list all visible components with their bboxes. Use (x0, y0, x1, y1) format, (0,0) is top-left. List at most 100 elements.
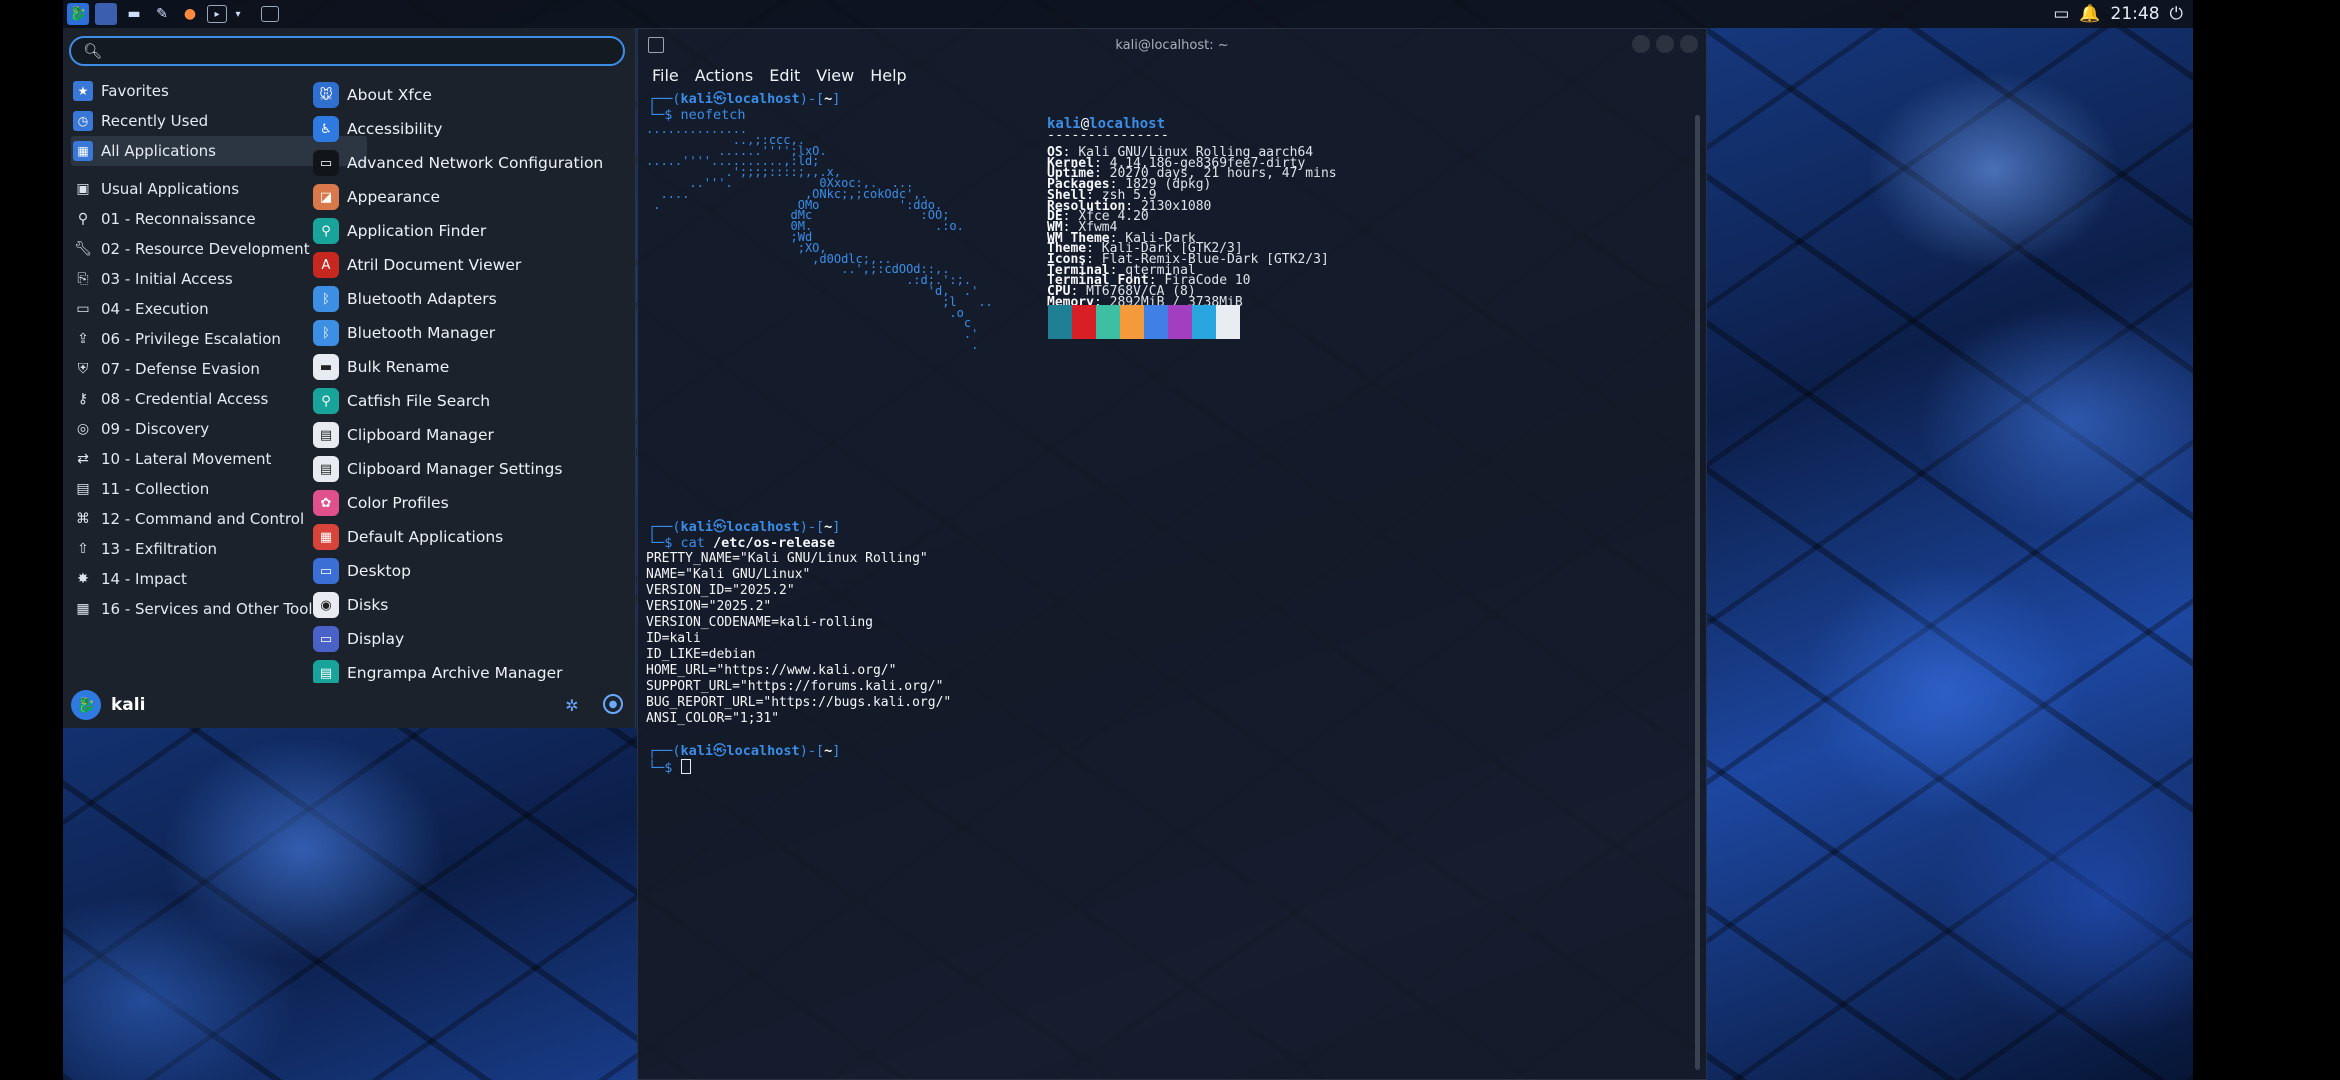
top-panel: 🐉 ▬ ✎ ● ▸ ▾ ▭ 🔔 21:48 ⏻ (63, 0, 2193, 28)
output-line: NAME="Kali GNU/Linux" (646, 567, 811, 582)
app-item-application-finder[interactable]: ⚲ Application Finder (311, 214, 621, 248)
terminal-window-icon (648, 37, 664, 53)
file-manager-icon[interactable]: ▬ (123, 3, 145, 25)
kali-dragon-icon[interactable]: 🐉 (67, 3, 89, 25)
window-titlebar[interactable]: kali@localhost: ~ (638, 29, 1706, 61)
menu-file[interactable]: File (652, 66, 679, 85)
clipboard-icon: ▤ (313, 456, 339, 482)
app-label: Advanced Network Configuration (347, 154, 604, 172)
network-icon: ▭ (313, 150, 339, 176)
app-item-engrampa-archive-manager[interactable]: ▤ Engrampa Archive Manager (311, 656, 621, 683)
menu-edit[interactable]: Edit (769, 66, 800, 85)
command-icon: ⌘ (76, 511, 90, 527)
app-label: Color Profiles (347, 494, 449, 512)
text-editor-icon[interactable]: ✎ (151, 3, 173, 25)
catfish-icon: ⚲ (313, 388, 339, 414)
category-label: 12 - Command and Control (101, 510, 305, 528)
output-line: VERSION_CODENAME=kali-rolling (646, 615, 873, 630)
arrow-up-icon: ⇪ (77, 331, 89, 347)
color-profiles-icon: ✿ (313, 490, 339, 516)
app-item-bluetooth-adapters[interactable]: ᛒ Bluetooth Adapters (311, 282, 621, 316)
output-line: PRETTY_NAME="Kali GNU/Linux Rolling" (646, 551, 928, 566)
desktop: 🐉 ▬ ✎ ● ▸ ▾ ▭ 🔔 21:48 ⏻ 🔍︎ ★ Favorites ◷ Re… (63, 0, 2193, 1080)
clock[interactable]: 21:48 (2111, 4, 2160, 24)
category-label: Recently Used (101, 112, 209, 130)
category-label: 04 - Execution (101, 300, 209, 318)
chevron-down-icon[interactable]: ▾ (233, 3, 243, 25)
display-icon[interactable]: ▭ (2053, 4, 2069, 24)
ascii-line: . (646, 338, 979, 352)
output-line: VERSION_ID="2025.2" (646, 583, 795, 598)
menu-help[interactable]: Help (870, 66, 906, 85)
key-icon: ⚷ (77, 391, 89, 407)
app-item-clipboard-manager[interactable]: ▤ Clipboard Manager (311, 418, 621, 452)
app-item-catfish-file-search[interactable]: ⚲ Catfish File Search (311, 384, 621, 418)
cursor (680, 759, 691, 774)
app-label: About Xfce (347, 86, 432, 104)
settings-manager-icon[interactable]: ✲ (561, 694, 583, 716)
color-swatch (1048, 305, 1072, 339)
wrench-icon: 🔧︎ (74, 241, 92, 257)
application-menu: 🔍︎ ★ Favorites ◷ Recently Used ▦ All Applicat… (63, 28, 636, 728)
swap-icon: ⇄ (77, 451, 89, 467)
app-item-default-applications[interactable]: ▦ Default Applications (311, 520, 621, 554)
app-item-desktop[interactable]: ▭ Desktop (311, 554, 621, 588)
app-item-atril-document-viewer[interactable]: A Atril Document Viewer (311, 248, 621, 282)
menu-view[interactable]: View (816, 66, 854, 85)
close-button[interactable] (1680, 35, 1698, 53)
app-label: Bluetooth Adapters (347, 290, 497, 308)
output-line: ID_LIKE=debian (646, 647, 756, 662)
app-label: Disks (347, 596, 389, 614)
archive-icon: ▤ (313, 660, 339, 683)
app-item-appearance[interactable]: ◪ Appearance (311, 180, 621, 214)
menu-footer: 🐉 kali ✲ ● (63, 682, 635, 728)
workspace-icon[interactable] (95, 3, 117, 25)
appearance-icon: ◪ (313, 184, 339, 210)
terminal-output[interactable]: ┌──(kali㉿localhost)-[~] └─$ neofetch ...… (638, 89, 1688, 1069)
app-item-accessibility[interactable]: ♿︎ Accessibility (311, 112, 621, 146)
notification-bell-icon[interactable]: 🔔 (2079, 4, 2100, 24)
category-label: Usual Applications (101, 180, 240, 198)
scrollbar[interactable] (1695, 115, 1700, 1070)
app-item-about-xfce[interactable]: 🐭︎ About Xfce (311, 78, 621, 112)
output-line: ANSI_COLOR="1;31" (646, 711, 780, 726)
color-swatch (1072, 305, 1096, 339)
app-label: Atril Document Viewer (347, 256, 522, 274)
search-box[interactable]: 🔍︎ (69, 36, 625, 66)
search-input[interactable] (110, 40, 595, 62)
category-label: 09 - Discovery (101, 420, 210, 438)
app-item-bluetooth-manager[interactable]: ᛒ Bluetooth Manager (311, 316, 621, 350)
color-swatch (1144, 305, 1168, 339)
app-item-clipboard-manager-settings[interactable]: ▤ Clipboard Manager Settings (311, 452, 621, 486)
user-name: kali (111, 695, 146, 715)
host-underline: --------------- (1047, 127, 1169, 143)
color-swatch (1168, 305, 1192, 339)
app-item-disks[interactable]: ◉ Disks (311, 588, 621, 622)
prompt-line: ┌──(kali㉿localhost)-[~] (648, 743, 841, 759)
app-item-display[interactable]: ▭ Display (311, 622, 621, 656)
minimize-button[interactable] (1632, 35, 1650, 53)
command-line: └─$ (648, 759, 691, 776)
terminal-window[interactable]: kali@localhost: ~ File Actions Edit View Hel… (637, 28, 1707, 1080)
color-swatches (1048, 305, 1240, 343)
firefox-icon[interactable]: ● (179, 3, 201, 25)
clipboard-icon: ▤ (313, 422, 339, 448)
category-label: 03 - Initial Access (101, 270, 233, 288)
app-label: Bluetooth Manager (347, 324, 496, 342)
category-label: 13 - Exfiltration (101, 540, 217, 558)
accessibility-icon: ♿︎ (313, 116, 339, 142)
category-label: All Applications (101, 142, 216, 160)
app-item-bulk-rename[interactable]: ▬ Bulk Rename (311, 350, 621, 384)
menu-actions[interactable]: Actions (695, 66, 753, 85)
burst-icon: ✸ (77, 571, 89, 587)
folder-icon: ▤ (76, 481, 90, 497)
avatar: 🐉 (71, 690, 101, 720)
output-line: HOME_URL="https://www.kali.org/" (646, 663, 897, 678)
window-icon[interactable] (261, 6, 279, 22)
maximize-button[interactable] (1656, 35, 1674, 53)
lock-screen-icon[interactable]: ● (603, 694, 623, 714)
app-item-color-profiles[interactable]: ✿ Color Profiles (311, 486, 621, 520)
terminal-icon[interactable]: ▸ (207, 5, 227, 23)
power-icon[interactable]: ⏻ (2170, 4, 2183, 24)
app-item-advanced-network-configuration[interactable]: ▭ Advanced Network Configuration (311, 146, 621, 180)
